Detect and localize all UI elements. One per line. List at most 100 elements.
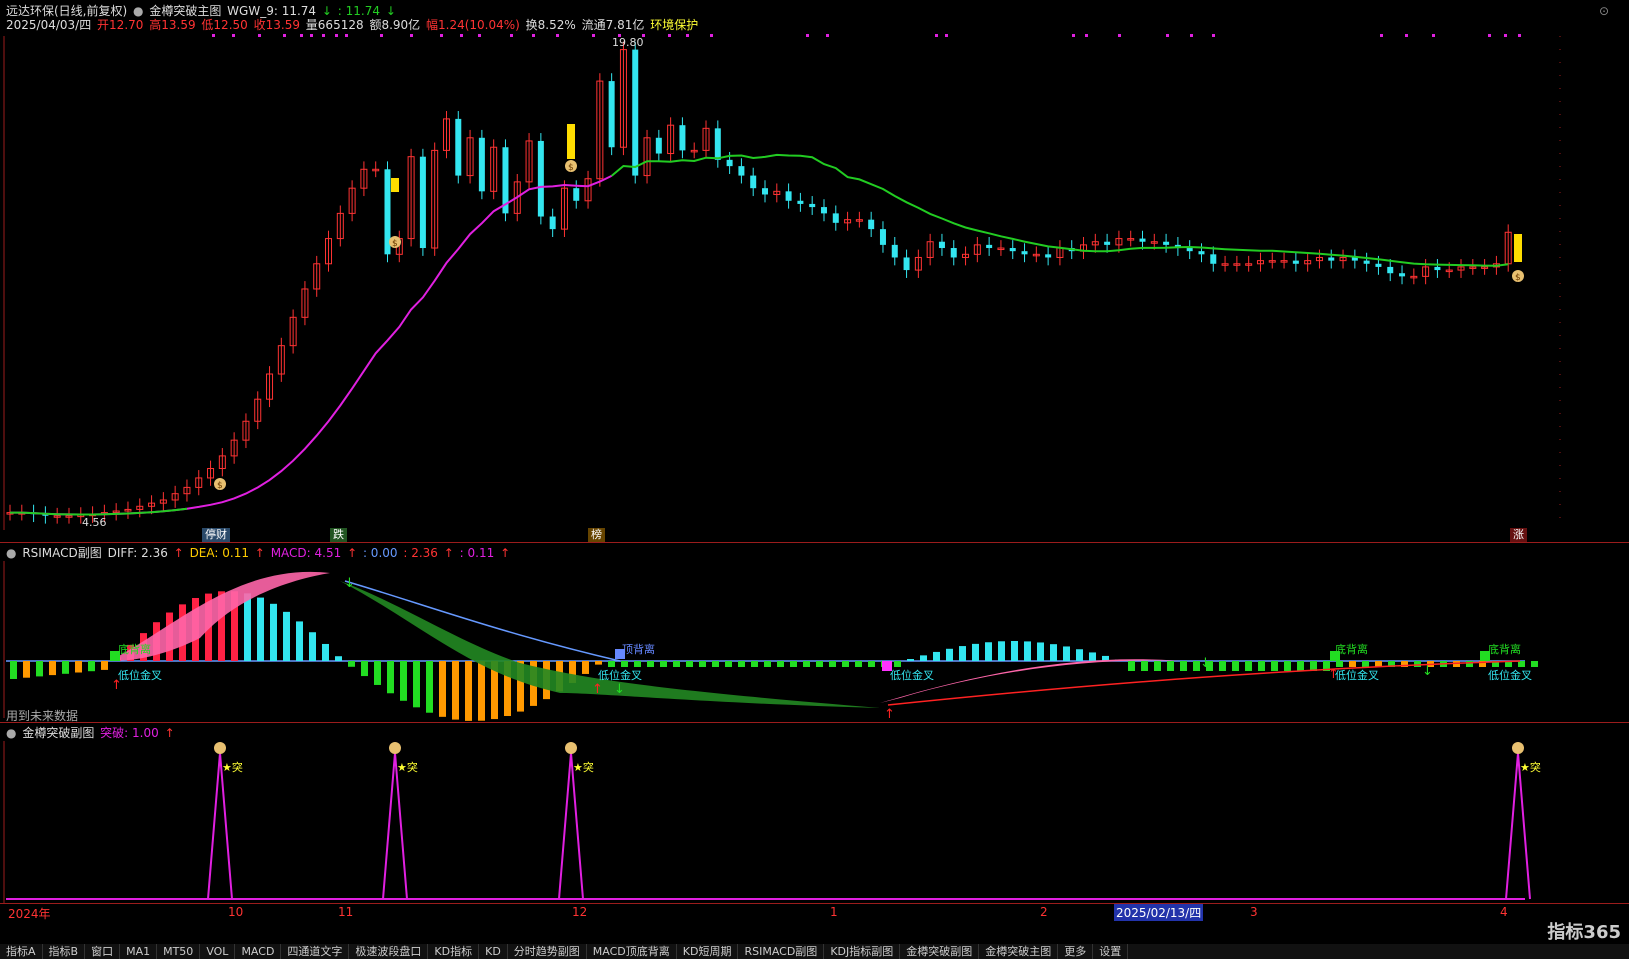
macd-bar — [712, 661, 719, 667]
macd-bar — [725, 661, 732, 667]
tab-15[interactable]: KDJ指标副图 — [824, 944, 901, 959]
macd-bar — [907, 659, 914, 661]
macd-bar — [296, 621, 303, 661]
signal-arrow: ↑ — [592, 682, 603, 697]
signal-dot — [1190, 34, 1193, 37]
candle-body — [1210, 254, 1217, 264]
tab-19[interactable]: 设置 — [1093, 944, 1129, 959]
candle-body — [1363, 260, 1370, 264]
tab-0[interactable]: 指标A — [0, 944, 43, 959]
band-green — [340, 581, 880, 708]
tab-9[interactable]: KD指标 — [428, 944, 480, 959]
tab-1[interactable]: 指标B — [43, 944, 86, 959]
macd-bar — [335, 656, 342, 661]
macd-bar — [1167, 661, 1174, 671]
moneybag-icon-glyph: $ — [568, 163, 574, 173]
tab-4[interactable]: MT50 — [157, 944, 201, 959]
tab-2[interactable]: 窗口 — [85, 944, 121, 959]
marker-fall: 跌 — [330, 528, 347, 542]
macd-bar — [322, 643, 329, 661]
macd-bar — [75, 661, 82, 673]
candle-body — [820, 207, 827, 214]
macd-bar — [478, 661, 485, 721]
breakout-signal-label: ★突 — [1520, 760, 1541, 774]
candle-body — [1387, 266, 1394, 274]
signal-dot — [212, 34, 215, 37]
signal-dot — [410, 34, 413, 37]
marker-rank: 榜 — [588, 528, 605, 542]
moneybag-icon-glyph: $ — [1515, 273, 1521, 283]
signal-dot — [310, 34, 313, 37]
macd-bar — [1063, 646, 1070, 661]
macd-bar — [959, 646, 966, 661]
macd-bar — [1245, 661, 1252, 671]
signal-label: 低位金叉 — [118, 669, 162, 682]
tab-16[interactable]: 金樽突破副图 — [900, 944, 980, 959]
breakout-chart[interactable]: ★突 ★突 ★突 ★突 — [0, 723, 1629, 903]
candle-body — [1104, 241, 1111, 245]
rsimacd-panel: ● RSIMACD副图 DIFF: 2.36 ↑ DEA: 0.11 ↑ MAC… — [0, 543, 1629, 723]
tab-18[interactable]: 更多 — [1058, 944, 1094, 959]
tab-6[interactable]: MACD — [235, 944, 282, 959]
macd-bar — [10, 661, 17, 679]
signal-dot — [1432, 34, 1435, 37]
macd-bar — [361, 661, 368, 677]
candlestick-chart[interactable]: 19.80 4.56 $ $ $ $ — [0, 0, 1629, 543]
axis-cursor-date: 2025/02/13/四 — [1114, 904, 1204, 921]
signal-dot — [380, 34, 383, 37]
signal-label: 底背离 — [118, 643, 151, 656]
macd-bar — [101, 661, 108, 670]
moneybag-icon — [214, 742, 226, 754]
candle-body — [549, 216, 556, 230]
macd-bar — [595, 661, 602, 665]
highlight-candle — [567, 124, 575, 159]
signal-dot — [300, 34, 303, 37]
candle-body — [608, 81, 615, 148]
signal-dot — [335, 34, 338, 37]
moneybag-icon-glyph: $ — [392, 239, 398, 249]
tab-3[interactable]: MA1 — [120, 944, 158, 959]
macd-bar — [1193, 661, 1200, 671]
macd-bar — [1466, 661, 1473, 667]
signal-arrow: ↓ — [1200, 656, 1211, 671]
tab-10[interactable]: KD — [479, 944, 508, 959]
candle-body — [573, 188, 580, 201]
macd-bar — [1076, 649, 1083, 661]
macd-bar — [842, 661, 849, 667]
macd-bar — [920, 655, 927, 661]
moneybag-icon-glyph: $ — [217, 481, 223, 491]
macd-bar — [1284, 661, 1291, 671]
macd-bar — [452, 661, 459, 720]
signal-label: 低位金叉 — [1335, 669, 1379, 682]
signal-arrow: ↓ — [614, 682, 625, 697]
tab-17[interactable]: 金樽突破主图 — [979, 944, 1059, 959]
price-low-label: 4.56 — [82, 516, 107, 529]
macd-bar — [387, 661, 394, 694]
tab-14[interactable]: RSIMACD副图 — [738, 944, 825, 959]
rsimacd-chart[interactable]: ↑↓↑ ↓↑↓↑ ↓ — [0, 543, 1629, 723]
tab-13[interactable]: KD短周期 — [677, 944, 739, 959]
candle-body — [1139, 238, 1146, 242]
marker-stop: 停财 — [202, 528, 230, 542]
tab-5[interactable]: VOL — [200, 944, 236, 959]
tab-12[interactable]: MACD顶底背离 — [587, 944, 677, 959]
macd-bar — [647, 661, 654, 667]
macd-bar — [829, 661, 836, 667]
tab-11[interactable]: 分时趋势副图 — [508, 944, 587, 959]
candle-body — [986, 244, 993, 249]
macd-bar — [816, 661, 823, 667]
tab-7[interactable]: 四通道文字 — [281, 944, 350, 959]
macd-bar — [998, 641, 1005, 661]
candle-body — [1399, 273, 1406, 277]
macd-bar — [1232, 661, 1239, 671]
macd-bar — [1089, 652, 1096, 661]
signal-arrow: ↓ — [1422, 664, 1433, 679]
macd-bar — [803, 661, 810, 667]
macd-bar — [36, 661, 43, 677]
macd-bar — [348, 661, 355, 667]
tab-8[interactable]: 极速波段盘口 — [349, 944, 429, 959]
candle-body — [809, 203, 816, 208]
candle-body — [679, 125, 686, 151]
signal-label: 低位金叉 — [890, 669, 934, 682]
macd-bar — [62, 661, 69, 674]
